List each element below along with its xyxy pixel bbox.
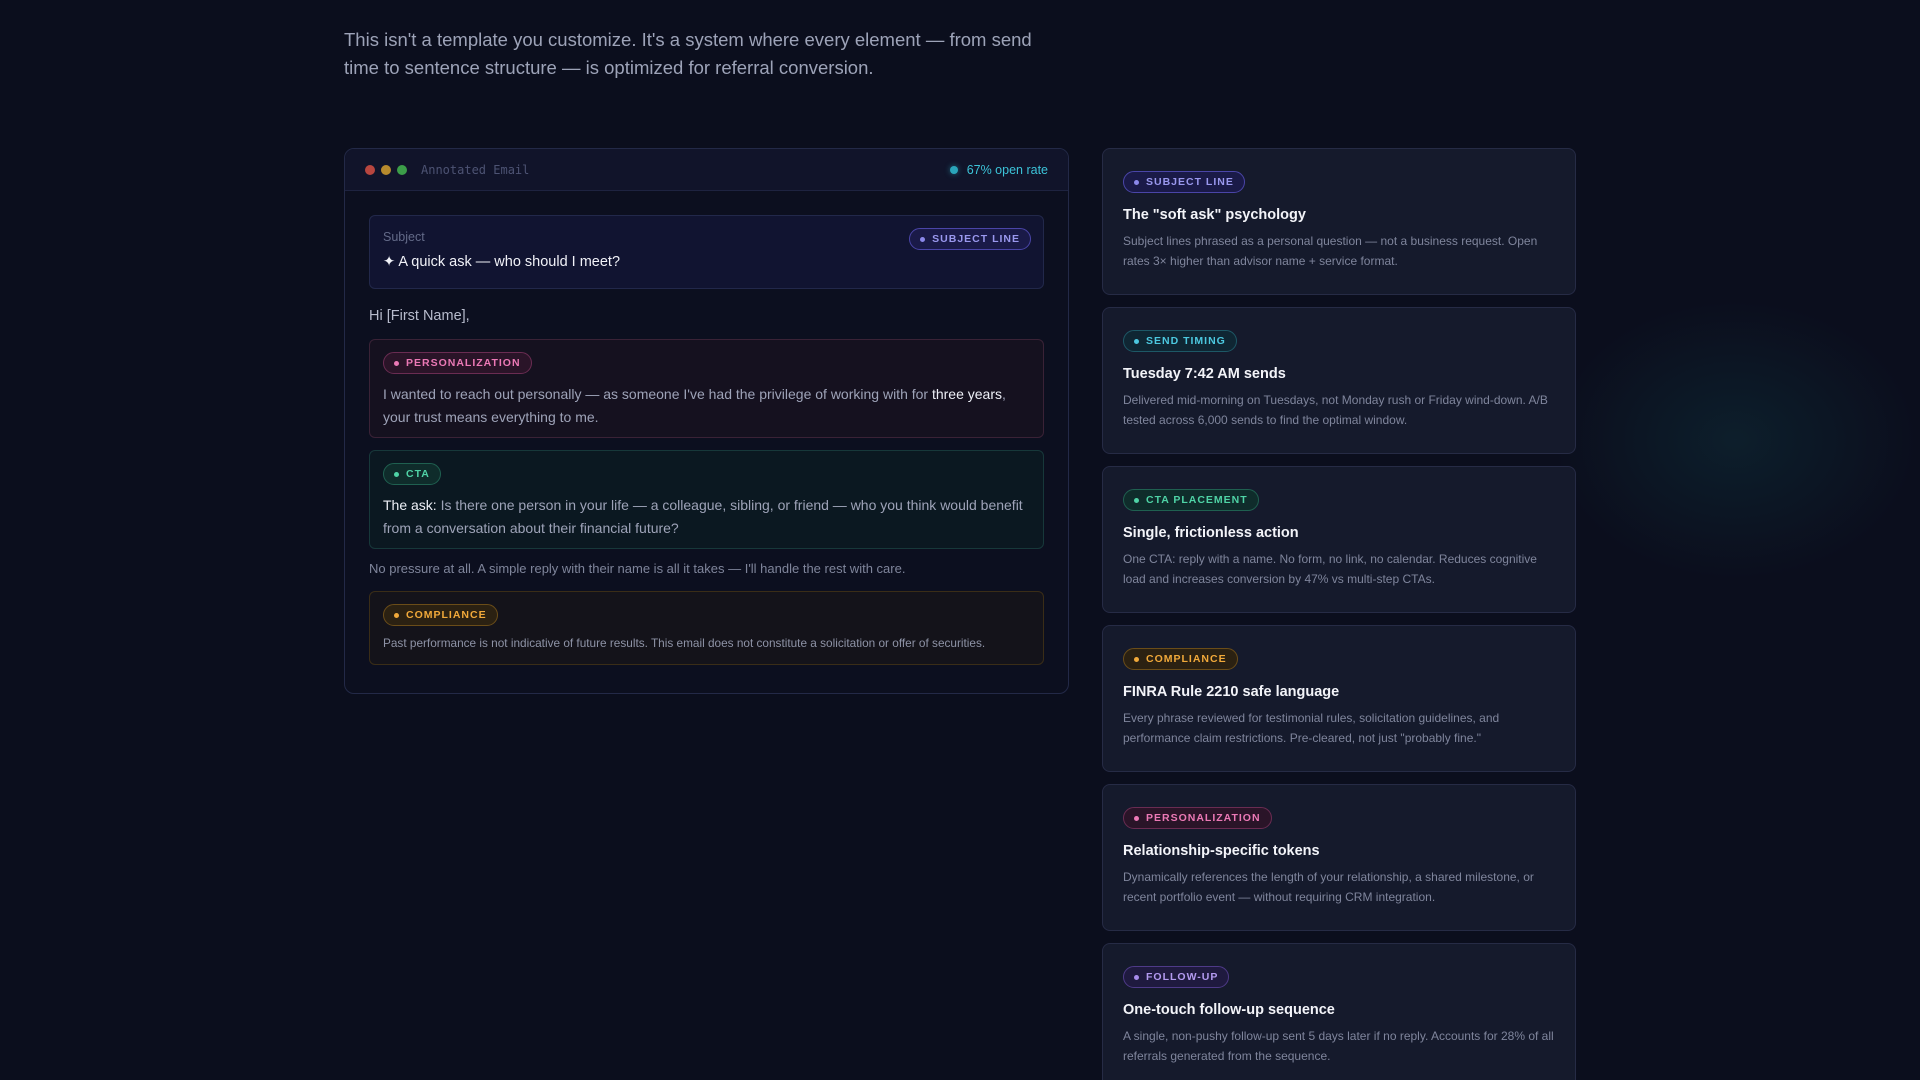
personalization-text-before: I wanted to reach out personally — as so…: [383, 386, 932, 402]
card-title: The "soft ask" psychology: [1123, 207, 1306, 223]
tag-label: FOLLOW-UP: [1146, 971, 1219, 983]
personalization-text: I wanted to reach out personally — as so…: [383, 383, 1030, 429]
window-minimize-dot-icon: [381, 164, 391, 175]
card-cta-placement: CTA PLACEMENT Single, frictionless actio…: [1102, 466, 1576, 613]
email-body: Subject ✦ A quick ask — who should I mee…: [345, 191, 1068, 665]
tag-label: CTA PLACEMENT: [1146, 494, 1248, 506]
tag-label: PERSONALIZATION: [1146, 812, 1261, 824]
cta-block: CTA The ask: Is there one person in your…: [369, 450, 1044, 549]
open-rate-label: 67% open rate: [966, 162, 1048, 177]
card-description: Subject lines phrased as a personal ques…: [1123, 234, 1538, 268]
tag-label: SUBJECT LINE: [932, 233, 1020, 245]
personalization-highlight: three years: [931, 386, 1003, 402]
cta-body: Is there one person in your life — a col…: [383, 497, 1023, 536]
tag-dot-icon: [920, 236, 926, 242]
card-personalization: PERSONALIZATION Relationship-specific to…: [1102, 784, 1576, 931]
email-greeting: Hi [First Name],: [369, 308, 470, 324]
card-description: Delivered mid-morning on Tuesdays, not M…: [1123, 393, 1548, 427]
card-tag: FOLLOW-UP: [1123, 966, 1230, 988]
open-rate-indicator: 67% open rate: [949, 162, 1048, 177]
compliance-text: Past performance is not indicative of fu…: [383, 636, 986, 650]
tag-dot-icon: [1134, 497, 1139, 503]
subject-text: ✦ A quick ask — who should I meet?: [383, 254, 621, 270]
cta-tag: CTA: [383, 463, 441, 485]
card-tag: SEND TIMING: [1123, 330, 1237, 352]
pressure-line: No pressure at all. A simple reply with …: [369, 561, 906, 576]
window-close-dot-icon: [365, 164, 375, 175]
tag-dot-icon: [1134, 815, 1139, 821]
tag-dot-icon: [394, 471, 399, 477]
tag-dot-icon: [1134, 656, 1139, 662]
card-title: Single, frictionless action: [1123, 525, 1299, 541]
tag-label: SEND TIMING: [1146, 335, 1226, 347]
window-maximize-dot-icon: [397, 164, 407, 175]
cta-lead: The ask:: [383, 497, 437, 513]
card-title: Relationship-specific tokens: [1123, 843, 1320, 859]
card-title: Tuesday 7:42 AM sends: [1123, 366, 1286, 382]
live-dot-icon: [949, 165, 958, 174]
feature-cards: SUBJECT LINE The "soft ask" psychology S…: [1102, 148, 1576, 1080]
card-description: Every phrase reviewed for testimonial ru…: [1123, 711, 1500, 745]
tag-dot-icon: [394, 360, 399, 366]
card-compliance: COMPLIANCE FINRA Rule 2210 safe language…: [1102, 625, 1576, 772]
subject-box: Subject ✦ A quick ask — who should I mee…: [369, 215, 1044, 289]
personalization-tag: PERSONALIZATION: [383, 352, 532, 374]
card-description: A single, non-pushy follow-up sent 5 day…: [1123, 1029, 1554, 1063]
panel-header: Annotated Email 67% open rate: [345, 149, 1068, 191]
compliance-tag: COMPLIANCE: [383, 604, 498, 626]
tag-label: CTA: [406, 468, 430, 480]
cta-text: The ask: Is there one person in your lif…: [383, 494, 1030, 540]
card-tag: CTA PLACEMENT: [1123, 489, 1259, 511]
card-description: One CTA: reply with a name. No form, no …: [1123, 552, 1537, 586]
card-title: One-touch follow-up sequence: [1123, 1002, 1335, 1018]
card-tag: COMPLIANCE: [1123, 648, 1238, 670]
compliance-block: COMPLIANCE Past performance is not indic…: [369, 591, 1044, 665]
tag-dot-icon: [1134, 338, 1139, 344]
card-description: Dynamically references the length of you…: [1123, 870, 1534, 904]
tag-label: COMPLIANCE: [406, 609, 487, 621]
annotated-email-panel: Annotated Email 67% open rate Subject ✦ …: [344, 148, 1069, 694]
hero-subtitle: This isn't a template you customize. It'…: [344, 29, 1032, 78]
card-title: FINRA Rule 2210 safe language: [1123, 684, 1340, 700]
tag-label: COMPLIANCE: [1146, 653, 1227, 665]
personalization-block: PERSONALIZATION I wanted to reach out pe…: [369, 339, 1044, 438]
subject-line-tag: SUBJECT LINE: [909, 228, 1031, 250]
tag-dot-icon: [394, 612, 399, 618]
card-tag: PERSONALIZATION: [1123, 807, 1272, 829]
tag-label: SUBJECT LINE: [1146, 176, 1234, 188]
card-send-timing: SEND TIMING Tuesday 7:42 AM sends Delive…: [1102, 307, 1576, 454]
tag-dot-icon: [1134, 179, 1139, 185]
tag-label: PERSONALIZATION: [406, 357, 521, 369]
card-follow-up: FOLLOW-UP One-touch follow-up sequence A…: [1102, 943, 1576, 1080]
panel-title: Annotated Email: [421, 162, 530, 177]
card-subject-line: SUBJECT LINE The "soft ask" psychology S…: [1102, 148, 1576, 295]
tag-dot-icon: [1134, 974, 1139, 980]
card-tag: SUBJECT LINE: [1123, 171, 1245, 193]
